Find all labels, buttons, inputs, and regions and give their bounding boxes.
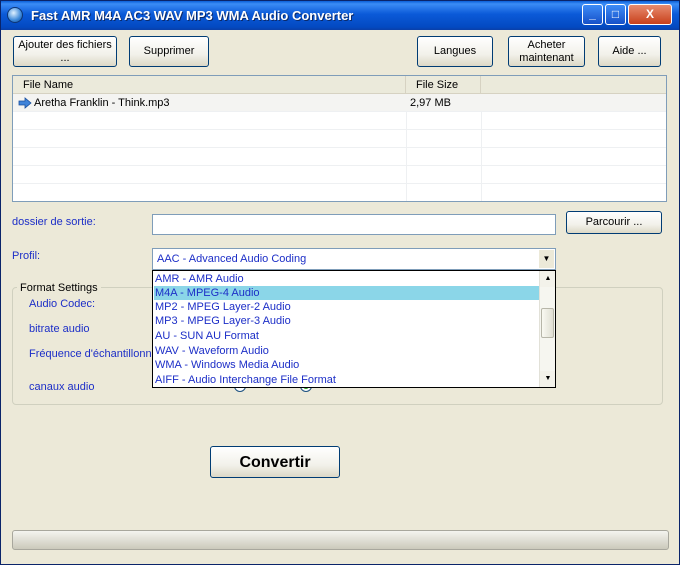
empty-row [13,166,666,184]
progress-bar [12,530,669,550]
profile-select[interactable]: AAC - Advanced Audio Coding ▼ [152,248,556,270]
dropdown-option[interactable]: AMR - AMR Audio [154,272,539,286]
add-files-button[interactable]: Ajouter des fichiers ... [13,36,117,67]
convert-button[interactable]: Convertir [210,446,340,478]
add-files-label-2: ... [60,51,70,64]
empty-row [13,130,666,148]
table-row[interactable]: Aretha Franklin - Think.mp3 2,97 MB [13,94,666,112]
profile-label: Profil: [12,250,41,262]
close-button[interactable]: X [628,4,672,25]
chevron-up-icon[interactable]: ▲ [540,271,555,287]
window-title: Fast AMR M4A AC3 WAV MP3 WMA Audio Conve… [31,8,354,23]
help-button[interactable]: Aide ... [598,36,661,67]
buy-label-2: maintenant [519,51,574,64]
add-files-label-1: Ajouter des fichiers [18,38,112,51]
column-file-name[interactable]: File Name [13,76,406,94]
profile-dropdown-list[interactable]: AMR - AMR Audio M4A - MPEG-4 Audio MP2 -… [152,270,556,388]
dropdown-option-highlighted[interactable]: M4A - MPEG-4 Audio [154,286,539,300]
arrow-right-icon [18,97,32,109]
languages-button[interactable]: Langues [417,36,493,67]
empty-row [13,184,666,201]
empty-row [13,148,666,166]
minimize-button[interactable]: _ [582,4,603,25]
file-size-cell: 2,97 MB [410,97,451,109]
bitrate-label: bitrate audio [29,323,90,335]
output-folder-input[interactable] [152,214,556,235]
output-folder-label: dossier de sortie: [12,216,96,228]
chevron-down-icon[interactable]: ▼ [538,250,554,268]
audio-codec-label: Audio Codec: [29,298,96,310]
title-bar[interactable]: Fast AMR M4A AC3 WAV MP3 WMA Audio Conve… [1,1,679,30]
buy-label-1: Acheter [527,38,566,51]
dropdown-scrollbar[interactable]: ▲ ▼ [539,271,555,387]
main-window: Fast AMR M4A AC3 WAV MP3 WMA Audio Conve… [0,0,680,565]
channels-label: canaux audio [29,381,95,393]
chevron-down-icon[interactable]: ▼ [540,371,555,387]
buy-now-button[interactable]: Acheter maintenant [508,36,585,67]
browse-button[interactable]: Parcourir ... [566,211,662,234]
dropdown-option[interactable]: AU - SUN AU Format [154,329,539,343]
dropdown-option[interactable]: MP2 - MPEG Layer-2 Audio [154,300,539,314]
format-settings-title: Format Settings [17,282,101,294]
sample-rate-label: Fréquence d'échantillonn [29,348,151,360]
empty-row [13,112,666,130]
maximize-button[interactable]: □ [605,4,626,25]
dropdown-option[interactable]: WAV - Waveform Audio [154,344,539,358]
scrollbar-thumb[interactable] [541,308,554,338]
file-list[interactable]: File Name File Size Aretha Franklin - Th… [12,75,667,202]
column-file-size[interactable]: File Size [406,76,481,94]
dropdown-option[interactable]: MP3 - MPEG Layer-3 Audio [154,314,539,328]
app-icon [7,7,23,23]
profile-selected-value: AAC - Advanced Audio Coding [157,253,307,265]
dropdown-option[interactable]: WMA - Windows Media Audio [154,358,539,372]
delete-button[interactable]: Supprimer [129,36,209,67]
dropdown-option[interactable]: AIFF - Audio Interchange File Format [154,373,539,387]
file-name-cell: Aretha Franklin - Think.mp3 [34,97,170,109]
file-list-header: File Name File Size [13,76,666,94]
